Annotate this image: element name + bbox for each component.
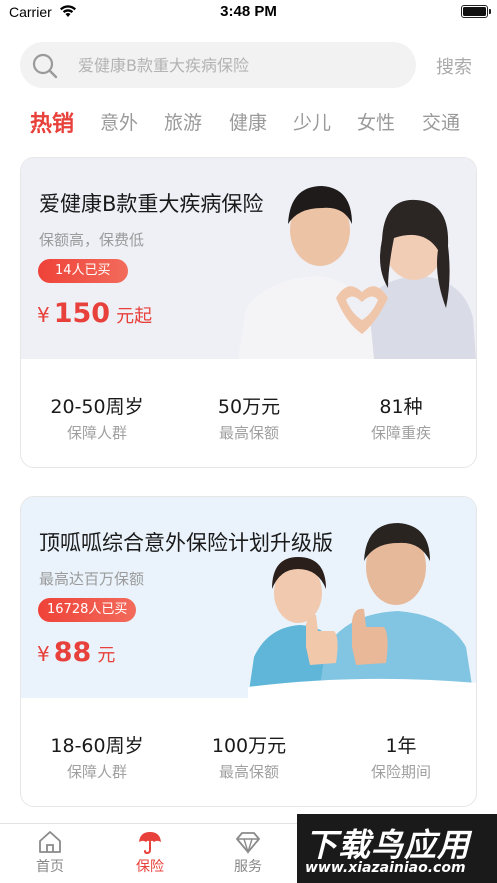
- stat-label: 最高保额: [218, 424, 279, 442]
- stat-label: 保险期间: [370, 763, 431, 781]
- tab-travel[interactable]: 旅游: [164, 108, 202, 135]
- product-price: ¥88 元: [37, 637, 115, 668]
- tab-women[interactable]: 女性: [357, 108, 395, 135]
- buyers-badge: 16728人已买: [38, 598, 137, 622]
- stat-age: 20-50周岁 保障人群: [21, 392, 173, 443]
- price-unit: 元: [97, 645, 116, 666]
- stat-value: 1年: [385, 735, 417, 757]
- product-stats: 18-60周岁 保障人群 100万元 最高保额 1年 保险期间: [21, 698, 476, 806]
- stat-period: 1年 保险期间: [325, 731, 476, 782]
- price-value: 88: [53, 637, 92, 668]
- couple-photo: [238, 186, 476, 359]
- stat-coverage: 100万元 最高保额: [173, 731, 325, 782]
- stat-age: 18-60周岁 保障人群: [21, 731, 173, 782]
- stat-value: 50万元: [217, 396, 281, 418]
- buyers-badge: 14人已买: [38, 259, 128, 283]
- nav-service[interactable]: 服务: [208, 830, 288, 876]
- price-symbol: ¥: [37, 303, 50, 327]
- battery-icon: [461, 5, 491, 18]
- stat-label: 保障人群: [66, 763, 127, 781]
- stat-value: 100万元: [211, 735, 287, 757]
- stat-label: 保障人群: [66, 424, 127, 442]
- stat-diseases: 81种 保障重疾: [325, 392, 476, 443]
- stat-value: 81种: [379, 396, 423, 418]
- product-title: 爱健康B款重大疾病保险: [39, 192, 264, 216]
- diamond-icon: [236, 832, 260, 854]
- watermark-url: www.xiazainiao.com: [305, 860, 466, 876]
- umbrella-icon: [139, 832, 161, 854]
- search-input[interactable]: [78, 42, 398, 88]
- product-card[interactable]: 爱健康B款重大疾病保险 保额高，保费低 14人已买 ¥150 元起 20-50周岁…: [20, 157, 477, 468]
- stat-value: 20-50周岁: [50, 396, 144, 418]
- product-banner: 顶呱呱综合意外保险计划升级版 最高达百万保额 16728人已买 ¥88 元: [21, 497, 476, 698]
- stat-coverage: 50万元 最高保额: [173, 392, 325, 443]
- price-symbol: ¥: [37, 642, 50, 666]
- category-tabs: 热销 意外 旅游 健康 少儿 女性 交通: [0, 108, 497, 140]
- product-banner: 爱健康B款重大疾病保险 保额高，保费低 14人已买 ¥150 元起: [21, 158, 476, 359]
- tab-accident[interactable]: 意外: [100, 108, 138, 135]
- status-bar: Carrier 3:48 PM: [0, 0, 497, 26]
- search-button[interactable]: 搜索: [436, 53, 472, 79]
- nav-insurance[interactable]: 保险: [110, 830, 190, 876]
- tab-hot[interactable]: 热销: [30, 106, 74, 138]
- tab-health[interactable]: 健康: [229, 108, 267, 135]
- product-stats: 20-50周岁 保障人群 50万元 最高保额 81种 保障重疾: [21, 359, 476, 467]
- nav-label: 首页: [36, 859, 64, 875]
- watermark-logo: 下载鸟应用 www.xiazainiao.com: [297, 814, 497, 883]
- tab-traffic[interactable]: 交通: [422, 108, 460, 135]
- product-price: ¥150 元起: [37, 298, 152, 329]
- nav-label: 保险: [136, 859, 164, 875]
- product-title: 顶呱呱综合意外保险计划升级版: [39, 531, 333, 555]
- product-card[interactable]: 顶呱呱综合意外保险计划升级版 最高达百万保额 16728人已买 ¥88 元 18-…: [20, 496, 477, 807]
- search-icon: [32, 53, 58, 79]
- product-subtitle: 最高达百万保额: [39, 570, 145, 588]
- price-unit: 元起: [116, 306, 153, 327]
- stat-label: 最高保额: [218, 763, 279, 781]
- price-value: 150: [53, 298, 111, 329]
- nav-home[interactable]: 首页: [10, 830, 90, 876]
- home-icon: [39, 831, 61, 853]
- stat-label: 保障重疾: [370, 424, 431, 442]
- tab-children[interactable]: 少儿: [293, 108, 331, 135]
- product-subtitle: 保额高，保费低: [39, 231, 145, 249]
- stat-value: 18-60周岁: [50, 735, 144, 757]
- search-bar[interactable]: [20, 42, 416, 88]
- nav-label: 服务: [234, 859, 262, 875]
- status-time: 3:48 PM: [220, 3, 277, 20]
